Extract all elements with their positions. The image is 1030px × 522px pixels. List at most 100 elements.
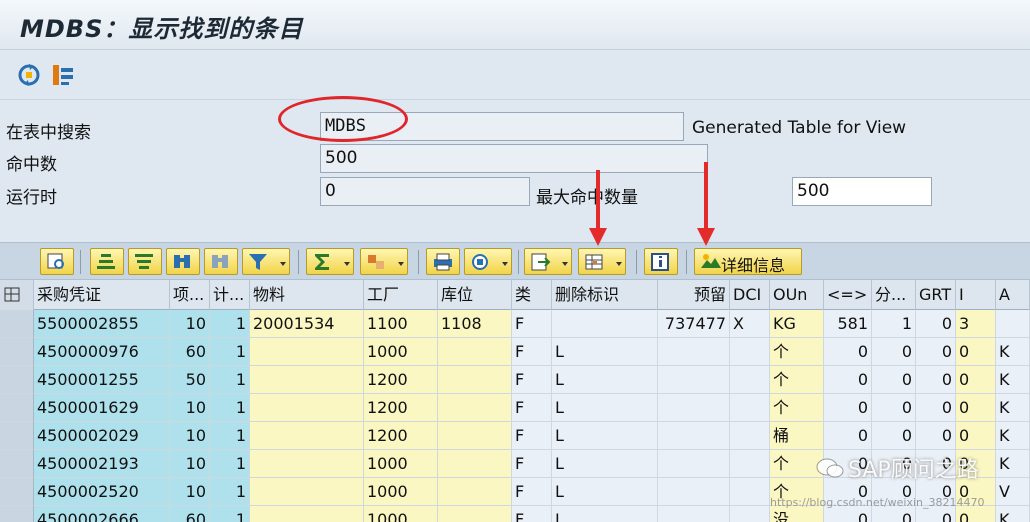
cell-oun[interactable]: 个: [770, 338, 824, 366]
cell-plant[interactable]: 1100: [364, 310, 438, 338]
col-header-schedule[interactable]: 计...: [210, 280, 250, 310]
cell-plant[interactable]: 1000: [364, 506, 438, 522]
cell-a[interactable]: [996, 310, 1030, 338]
cell-category[interactable]: F: [512, 478, 552, 506]
table-row[interactable]: 4500000976 60 1 1000 F L 个 0 0 0 0 K: [0, 338, 1030, 366]
cell-grt[interactable]: 0: [916, 394, 956, 422]
cell-reservation[interactable]: [658, 422, 730, 450]
col-header-reservation[interactable]: 预留: [658, 280, 730, 310]
col-header-i[interactable]: I: [956, 280, 996, 310]
cell-plant[interactable]: 1000: [364, 338, 438, 366]
table-row[interactable]: 4500001255 50 1 1200 F L 个 0 0 0 0 K: [0, 366, 1030, 394]
cell-dci[interactable]: [730, 506, 770, 522]
table-row[interactable]: 5500002855 10 1 20001534 1100 1108 F 737477 X KG 5…: [0, 310, 1030, 338]
cell-item[interactable]: 10: [170, 422, 210, 450]
cell-grt[interactable]: 0: [916, 366, 956, 394]
cell-material[interactable]: 20001534: [250, 310, 364, 338]
cell-split[interactable]: 0: [872, 394, 916, 422]
col-header-deletion[interactable]: 删除标识: [552, 280, 658, 310]
cell-material[interactable]: [250, 450, 364, 478]
cell-dci[interactable]: [730, 422, 770, 450]
row-selector[interactable]: [0, 338, 34, 366]
cell-reservation[interactable]: [658, 394, 730, 422]
row-selector[interactable]: [0, 394, 34, 422]
col-header-a[interactable]: A: [996, 280, 1030, 310]
cell-po[interactable]: 4500002193: [34, 450, 170, 478]
cell-a[interactable]: V: [996, 478, 1030, 506]
col-header-conversion[interactable]: <=>: [824, 280, 872, 310]
views-button[interactable]: [464, 248, 512, 275]
cell-category[interactable]: F: [512, 310, 552, 338]
cell-conversion[interactable]: 581: [824, 310, 872, 338]
detail-info-button[interactable]: 详细信息: [694, 248, 802, 275]
cell-dci[interactable]: [730, 366, 770, 394]
col-header-material[interactable]: 物料: [250, 280, 364, 310]
cell-po[interactable]: 5500002855: [34, 310, 170, 338]
col-header-po[interactable]: 采购凭证: [34, 280, 170, 310]
cell-plant[interactable]: 1200: [364, 422, 438, 450]
cell-schedule[interactable]: 1: [210, 338, 250, 366]
cell-a[interactable]: K: [996, 394, 1030, 422]
cell-sloc[interactable]: [438, 506, 512, 522]
row-selector[interactable]: [0, 506, 34, 522]
cell-deletion[interactable]: [552, 310, 658, 338]
cell-item[interactable]: 50: [170, 366, 210, 394]
cell-reservation[interactable]: [658, 366, 730, 394]
col-header-dci[interactable]: DCI: [730, 280, 770, 310]
cell-schedule[interactable]: 1: [210, 366, 250, 394]
cell-dci[interactable]: X: [730, 310, 770, 338]
cell-schedule[interactable]: 1: [210, 450, 250, 478]
row-selector[interactable]: [0, 366, 34, 394]
cell-a[interactable]: K: [996, 338, 1030, 366]
cell-schedule[interactable]: 1: [210, 506, 250, 522]
cell-item[interactable]: 60: [170, 506, 210, 522]
cell-po[interactable]: 4500001629: [34, 394, 170, 422]
cell-po[interactable]: 4500000976: [34, 338, 170, 366]
cell-grt[interactable]: 0: [916, 310, 956, 338]
cell-dci[interactable]: [730, 450, 770, 478]
cell-split[interactable]: 0: [872, 366, 916, 394]
cell-schedule[interactable]: 1: [210, 478, 250, 506]
cell-sloc[interactable]: [438, 478, 512, 506]
cell-reservation[interactable]: 737477: [658, 310, 730, 338]
cell-material[interactable]: [250, 366, 364, 394]
cell-i[interactable]: 0: [956, 366, 996, 394]
cell-item[interactable]: 10: [170, 394, 210, 422]
cell-plant[interactable]: 1000: [364, 450, 438, 478]
cell-item[interactable]: 60: [170, 338, 210, 366]
cell-i[interactable]: 0: [956, 338, 996, 366]
find-next-button[interactable]: [204, 248, 238, 275]
cell-sloc[interactable]: [438, 338, 512, 366]
sort-ascending-button[interactable]: [90, 248, 124, 275]
cell-split[interactable]: 0: [872, 338, 916, 366]
cell-dci[interactable]: [730, 478, 770, 506]
cell-po[interactable]: 4500002520: [34, 478, 170, 506]
col-header-plant[interactable]: 工厂: [364, 280, 438, 310]
cell-po[interactable]: 4500002666: [34, 506, 170, 522]
row-selector[interactable]: [0, 450, 34, 478]
cell-item[interactable]: 10: [170, 478, 210, 506]
cell-oun[interactable]: KG: [770, 310, 824, 338]
cell-category[interactable]: F: [512, 338, 552, 366]
cell-i[interactable]: 3: [956, 310, 996, 338]
col-header-item[interactable]: 项...: [170, 280, 210, 310]
cell-category[interactable]: F: [512, 450, 552, 478]
cell-conversion[interactable]: 0: [824, 338, 872, 366]
cell-item[interactable]: 10: [170, 310, 210, 338]
info-button[interactable]: [644, 248, 678, 275]
cell-category[interactable]: F: [512, 394, 552, 422]
cell-sloc[interactable]: 1108: [438, 310, 512, 338]
cell-sloc[interactable]: [438, 394, 512, 422]
cell-material[interactable]: [250, 506, 364, 522]
cell-conversion[interactable]: 0: [824, 366, 872, 394]
select-all-icon[interactable]: [0, 280, 34, 310]
cell-material[interactable]: [250, 478, 364, 506]
cell-material[interactable]: [250, 422, 364, 450]
cell-material[interactable]: [250, 338, 364, 366]
table-row[interactable]: 4500002029 10 1 1200 F L 桶 0 0 0 0 K: [0, 422, 1030, 450]
cell-plant[interactable]: 1200: [364, 394, 438, 422]
cell-reservation[interactable]: [658, 450, 730, 478]
cell-sloc[interactable]: [438, 450, 512, 478]
row-selector[interactable]: [0, 310, 34, 338]
cell-deletion[interactable]: L: [552, 506, 658, 522]
